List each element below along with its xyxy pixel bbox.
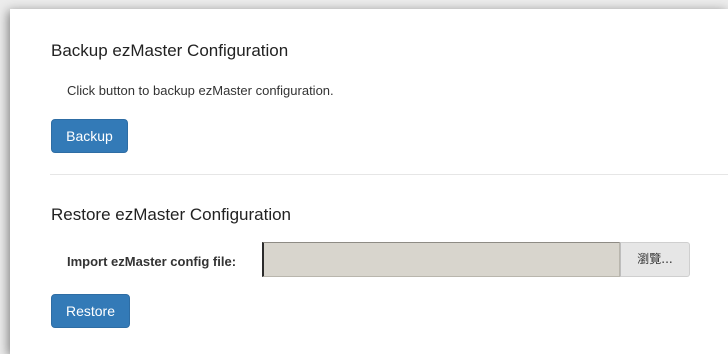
backup-button[interactable]: Backup: [51, 119, 128, 153]
restore-section-title: Restore ezMaster Configuration: [51, 205, 292, 224]
config-file-path-field[interactable]: [262, 242, 620, 277]
backup-section-title: Backup ezMaster Configuration: [51, 41, 289, 60]
section-divider: [50, 174, 728, 175]
restore-button[interactable]: Restore: [51, 294, 130, 328]
backup-description: Click button to backup ezMaster configur…: [67, 83, 334, 98]
browse-file-button[interactable]: 瀏覽...: [620, 242, 690, 277]
configuration-panel: Backup ezMaster Configuration Click butt…: [10, 9, 728, 354]
import-config-file-label: Import ezMaster config file:: [67, 254, 237, 269]
